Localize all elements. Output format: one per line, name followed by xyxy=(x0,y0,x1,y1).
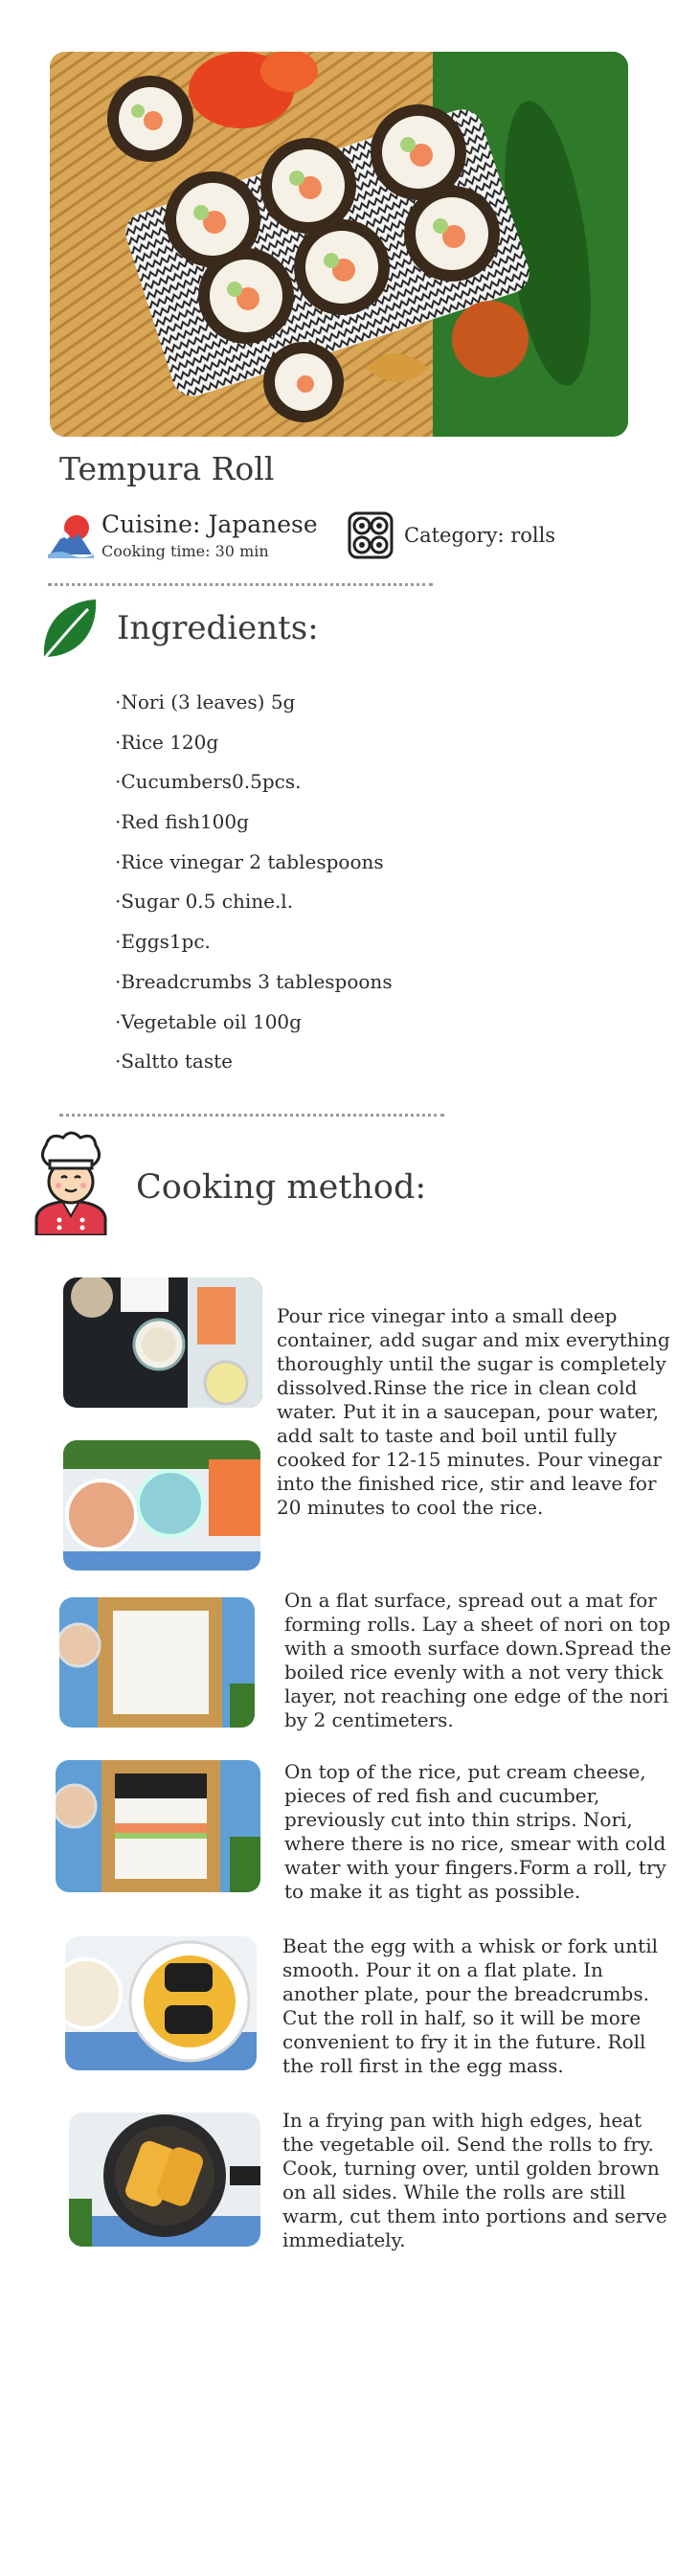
divider xyxy=(59,1114,444,1117)
ingredient-item: ·Saltto taste xyxy=(115,1050,233,1073)
ingredient-item: ·Sugar 0.5 chine.l. xyxy=(115,890,294,914)
ingredients-heading: Ingredients: xyxy=(117,609,319,647)
ingredient-item: ·Nori (3 leaves) 5g xyxy=(115,690,296,713)
ingredient-item: ·Red fish100g xyxy=(115,810,249,834)
step-text: On a flat surface, spread out a mat for … xyxy=(284,1589,672,1731)
ingredient-item: ·Breadcrumbs 3 tablespoons xyxy=(115,969,393,993)
step-photo xyxy=(63,1277,262,1408)
step-text: In a frying pan with high edges, heat th… xyxy=(282,2109,667,2251)
category-label: Category: rolls xyxy=(404,524,556,547)
chef-icon xyxy=(27,1128,115,1237)
divider xyxy=(48,583,433,586)
step-photo xyxy=(59,1597,255,1728)
sushi-rolls-icon xyxy=(347,508,394,561)
ingredient-item: ·Vegetable oil 100g xyxy=(115,1009,302,1033)
hero-photo xyxy=(50,52,628,437)
ingredient-item: ·Rice 120g xyxy=(115,730,219,754)
ingredient-item: ·Eggs1pc. xyxy=(115,930,211,954)
ingredient-item: ·Cucumbers0.5pcs. xyxy=(115,770,302,794)
step-text: On top of the rice, put cream cheese, pi… xyxy=(284,1760,666,1903)
step-photo xyxy=(69,2113,260,2247)
leaf-icon xyxy=(38,596,101,663)
step-text: Pour rice vinegar into a small deep cont… xyxy=(277,1304,670,1519)
step-photo xyxy=(65,1936,257,2070)
ingredient-item: ·Rice vinegar 2 tablespoons xyxy=(115,849,384,873)
step-photo xyxy=(63,1440,260,1570)
cooking-time: Cooking time: 30 min xyxy=(101,542,269,560)
method-heading: Cooking method: xyxy=(136,1168,427,1207)
step-photo xyxy=(56,1760,260,1892)
mount-fuji-icon xyxy=(48,512,94,558)
cuisine-label: Cuisine: Japanese xyxy=(101,510,318,538)
step-text: Beat the egg with a whisk or fork until … xyxy=(282,1934,659,2077)
recipe-title: Tempura Roll xyxy=(59,450,275,487)
ingredients-list: ·Nori (3 leaves) 5g ·Rice 120g ·Cucumber… xyxy=(115,689,393,1089)
